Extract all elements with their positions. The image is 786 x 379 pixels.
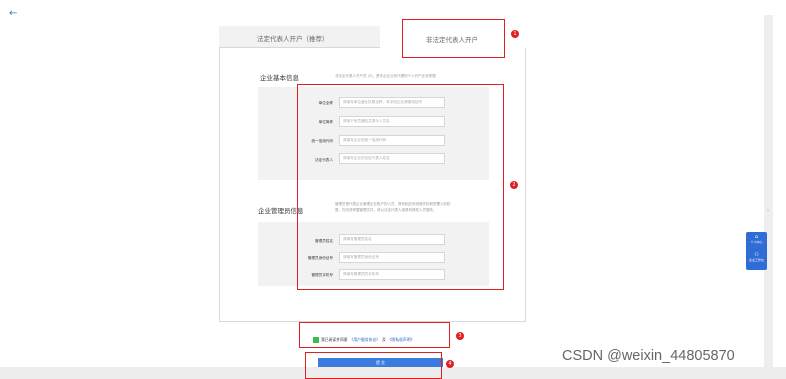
chevron-right-icon: › <box>767 208 769 214</box>
annotation-box-3 <box>299 322 450 348</box>
annotation-marker-4: 4 <box>446 360 454 368</box>
personal-center-button[interactable]: ⌂ 个人中心 <box>746 235 767 245</box>
enterprise-workbench-label: 企业工作台 <box>748 258 764 262</box>
personal-center-label: 个人中心 <box>750 240 763 244</box>
agreement-prefix: 我已阅读并同意 <box>321 337 348 342</box>
floating-side-buttons: ⌂ 个人中心 ⚇ 企业工作台 <box>746 232 767 270</box>
agreement-joiner: 及 <box>381 337 386 342</box>
agree-checkbox[interactable] <box>313 337 319 343</box>
back-arrow-icon[interactable]: ← <box>9 8 17 19</box>
basic-info-title: 企业基本信息 <box>260 74 299 82</box>
scrollbar[interactable] <box>764 15 773 367</box>
annotation-marker-1: 1 <box>511 30 519 38</box>
user-agreement-link[interactable]: 《用户服务协议》 <box>350 337 380 343</box>
annotation-marker-2: 2 <box>510 181 518 189</box>
tab-legal-representative[interactable]: 法定代表人开户（推荐） <box>219 26 380 48</box>
enterprise-workbench-button[interactable]: ⚇ 企业工作台 <box>746 253 767 263</box>
annotation-box-2 <box>297 84 504 290</box>
annotation-marker-3: 3 <box>456 332 464 340</box>
basic-info-note: 非法定代表人开户员 (5)，是本企业业务代理的个人开户业务受理 <box>335 74 436 78</box>
watermark: CSDN @weixin_44805870 <box>562 348 735 364</box>
page: ← 法定代表人开户（推荐） 非法定代表人开户 1 企业基本信息 非法定代表人开户… <box>0 0 786 379</box>
agreement-row: 我已阅读并同意 《用户服务协议》 及 《隐私权声明》 <box>313 337 414 343</box>
tab-legal-representative-label: 法定代表人开户（推荐） <box>257 35 329 43</box>
annotation-box-4 <box>305 352 442 379</box>
annotation-box-1 <box>402 19 505 58</box>
privacy-link[interactable]: 《隐私权声明》 <box>388 337 415 343</box>
